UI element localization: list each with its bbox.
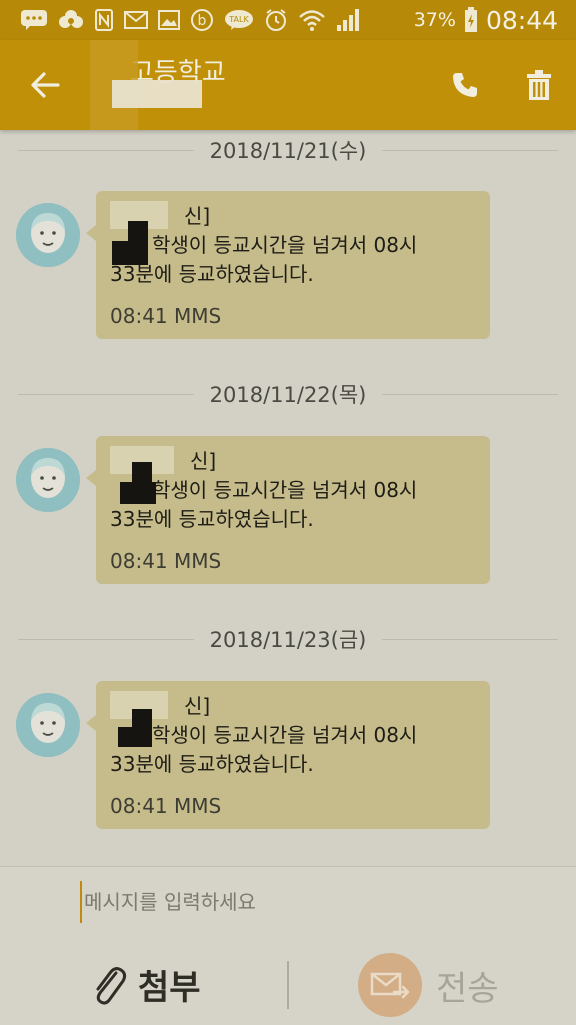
phone-icon <box>453 73 477 97</box>
date-label: 2018/11/21(수) <box>209 139 367 163</box>
message-item: 신] 학생이 등교시간을 넘겨서 08시 33분에 등교하였습니다. 08:41… <box>0 191 576 341</box>
date-label: 2018/11/23(금) <box>209 628 367 652</box>
message-line: 학생이 등교시간을 넘겨서 08시 <box>152 723 418 747</box>
message-input[interactable] <box>80 881 546 923</box>
message-line: 학생이 등교시간을 넘겨서 08시 <box>152 478 418 502</box>
date-label: 2018/11/22(목) <box>209 383 367 407</box>
send-button[interactable]: 전송 <box>358 953 499 1017</box>
redaction-block <box>132 462 152 482</box>
status-right: 37% 08:44 <box>414 6 576 35</box>
gallery-icon <box>158 10 180 30</box>
redaction-block <box>112 80 202 108</box>
sms-icon <box>20 9 48 31</box>
arrow-left-icon <box>31 72 60 98</box>
trash-icon <box>527 70 551 100</box>
date-separator: 2018/11/22(목) <box>18 374 558 414</box>
person-icon <box>16 693 80 757</box>
svg-text:TALK: TALK <box>228 15 249 24</box>
send-mail-icon <box>370 972 410 999</box>
message-composer: 첨부 전송 <box>0 866 576 1025</box>
date-separator: 2018/11/21(수) <box>18 130 558 170</box>
avatar[interactable] <box>16 448 80 512</box>
redaction-block <box>118 727 152 747</box>
mail-icon <box>124 11 148 29</box>
message-list[interactable]: 2018/11/21(수) 신] 학생이 등교시간을 넘겨서 08시 33분에 … <box>0 130 576 870</box>
battery-charging-icon <box>464 7 478 33</box>
clock: 08:44 <box>485 5 558 35</box>
paperclip-icon <box>96 967 127 1005</box>
message-line: 학생이 등교시간을 넘겨서 08시 <box>152 233 418 257</box>
b-app-icon: b <box>190 8 214 32</box>
redaction-block <box>132 709 152 729</box>
notification-icons: b TALK <box>0 8 414 32</box>
status-bar: b TALK 37% 08:44 <box>0 0 576 40</box>
battery-percent: 37% <box>413 9 456 31</box>
message-bubble[interactable]: 신] 학생이 등교시간을 넘겨서 08시 33분에 등교하였습니다. 08:41… <box>86 436 490 584</box>
avatar[interactable] <box>16 203 80 267</box>
divider <box>287 961 289 1009</box>
message-line: 33분에 등교하였습니다. <box>110 262 314 286</box>
message-item: 신] 학생이 등교시간을 넘겨서 08시 33분에 등교하였습니다. 08:41… <box>0 681 576 831</box>
signal-icon <box>336 8 362 32</box>
date-separator: 2018/11/23(금) <box>18 619 558 659</box>
send-label: 전송 <box>436 968 499 1009</box>
flower-icon <box>58 8 84 32</box>
attach-label: 첨부 <box>138 967 201 1008</box>
redaction-block <box>120 482 156 504</box>
person-icon <box>16 203 80 267</box>
message-line: 33분에 등교하였습니다. <box>110 752 314 776</box>
message-item: 신] 학생이 등교시간을 넘겨서 08시 33분에 등교하였습니다. 08:41… <box>0 436 576 586</box>
message-line: 33분에 등교하였습니다. <box>110 507 314 531</box>
avatar[interactable] <box>16 693 80 757</box>
back-button[interactable] <box>0 40 90 130</box>
conversation-header: 고등학교 <box>0 40 576 130</box>
header-title-area: 고등학교 <box>90 40 428 130</box>
message-bubble[interactable]: 신] 학생이 등교시간을 넘겨서 08시 33분에 등교하였습니다. 08:41… <box>86 681 490 829</box>
redaction-block <box>128 221 148 241</box>
alarm-icon <box>264 8 288 32</box>
nfc-icon <box>94 9 114 31</box>
wifi-icon <box>298 8 326 32</box>
message-meta: 08:41 MMS <box>110 549 222 573</box>
svg-text:b: b <box>198 13 207 29</box>
message-meta: 08:41 MMS <box>110 794 222 818</box>
send-icon-circle <box>358 953 422 1017</box>
message-meta: 08:41 MMS <box>110 304 222 328</box>
attach-button[interactable]: 첨부 <box>90 959 201 1009</box>
message-bubble[interactable]: 신] 학생이 등교시간을 넘겨서 08시 33분에 등교하였습니다. 08:41… <box>86 191 490 339</box>
person-icon <box>16 448 80 512</box>
redaction-block <box>112 241 148 265</box>
delete-button[interactable] <box>502 40 576 130</box>
call-button[interactable] <box>428 40 502 130</box>
kakaotalk-icon: TALK <box>224 9 254 31</box>
